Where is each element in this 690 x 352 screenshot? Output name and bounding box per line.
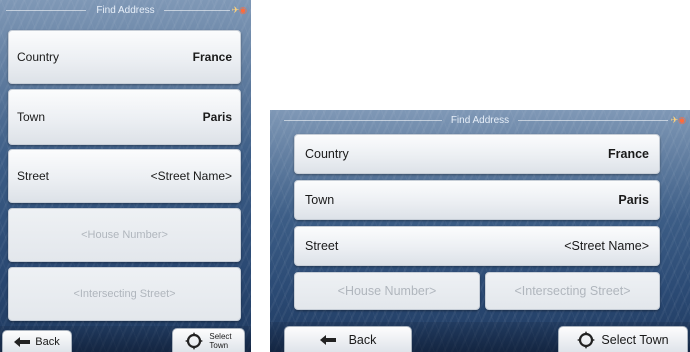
title-line-right — [518, 120, 668, 121]
select-town-label: Select Town — [209, 332, 231, 350]
street-value: <Street Name> — [150, 169, 232, 183]
street-label: Street — [305, 239, 339, 253]
select-town-label: Select Town — [601, 332, 669, 347]
gps-satellite-icon: ✈◉ — [231, 5, 247, 15]
house-number-label: <House Number> — [337, 284, 437, 298]
select-town-line2: Town — [209, 340, 229, 350]
intersecting-street-row: <Intersecting Street> — [8, 267, 241, 321]
title-bar: Find Address ✈◉ — [270, 110, 690, 130]
intersecting-street-label: <Intersecting Street> — [73, 288, 176, 300]
select-town-line1: Select — [209, 331, 232, 341]
country-value: France — [192, 50, 232, 64]
bottom-bar: Back Select Town — [0, 326, 251, 352]
back-label: Back — [35, 335, 60, 348]
town-value: Paris — [618, 193, 649, 207]
select-town-button[interactable]: Select Town — [172, 328, 245, 352]
house-number-row: <House Number> — [294, 272, 480, 310]
title-line-right — [164, 10, 230, 11]
page-title: Find Address — [450, 114, 510, 126]
town-row[interactable]: Town Paris — [8, 89, 241, 145]
house-number-row: <House Number> — [8, 208, 241, 262]
select-town-button[interactable]: Select Town — [558, 326, 688, 352]
portrait-screen: Find Address ✈◉ Country France Town Pari… — [0, 0, 251, 352]
town-label: Town — [305, 193, 335, 207]
country-label: Country — [17, 50, 60, 64]
street-row[interactable]: Street <Street Name> — [294, 226, 660, 266]
street-value: <Street Name> — [564, 239, 649, 253]
left-arrow-icon — [319, 334, 336, 345]
title-line-left — [6, 10, 86, 11]
title-line-left — [284, 120, 442, 121]
country-label: Country — [305, 147, 349, 161]
crosshair-target-icon — [185, 331, 204, 350]
country-row[interactable]: Country France — [8, 30, 241, 84]
house-number-label: <House Number> — [81, 229, 168, 241]
country-value: France — [608, 147, 649, 161]
left-arrow-icon — [14, 336, 31, 347]
gps-satellite-icon: ✈◉ — [670, 115, 686, 125]
street-row[interactable]: Street <Street Name> — [8, 149, 241, 203]
back-button[interactable]: Back — [2, 330, 72, 352]
intersecting-street-label: <Intersecting Street> — [514, 284, 631, 298]
landscape-screen: Find Address ✈◉ Country France Town Pari… — [270, 110, 690, 352]
town-value: Paris — [202, 110, 232, 124]
intersecting-street-row: <Intersecting Street> — [485, 272, 660, 310]
town-row[interactable]: Town Paris — [294, 180, 660, 220]
crosshair-target-icon — [577, 330, 596, 349]
country-row[interactable]: Country France — [294, 134, 660, 174]
town-label: Town — [17, 110, 46, 124]
page-title: Find Address — [96, 4, 155, 16]
street-label: Street — [17, 169, 50, 183]
bottom-bar: Back Select Town — [270, 322, 690, 352]
back-label: Back — [348, 332, 377, 347]
title-bar: Find Address ✈◉ — [0, 0, 251, 20]
back-button[interactable]: Back — [284, 326, 412, 352]
